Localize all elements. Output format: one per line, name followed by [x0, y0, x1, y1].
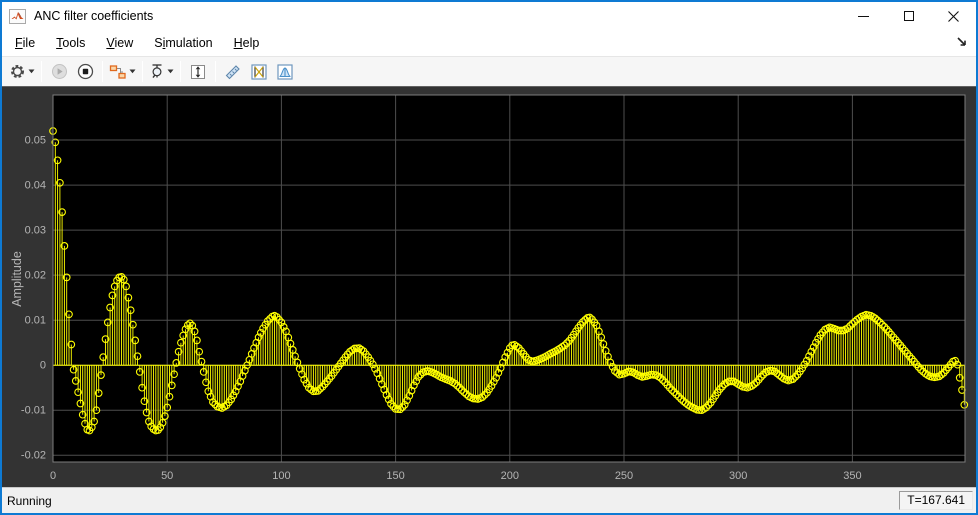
toolbar-separator [102, 61, 103, 82]
menu-item-view[interactable]: View [103, 34, 136, 52]
scale-axes-limits-button[interactable] [186, 60, 210, 84]
svg-text:0.01: 0.01 [25, 315, 46, 327]
svg-text:0.05: 0.05 [25, 135, 46, 147]
play-icon [51, 63, 68, 80]
ruler-icon [224, 63, 242, 81]
svg-text:-0.01: -0.01 [21, 405, 46, 417]
svg-text:0: 0 [50, 470, 56, 482]
scale-axes-icon [189, 63, 207, 81]
plot-panel: 0 50 100 150 200 250 300 350 -0.02 -0.01 0 0.01 0.02… [2, 87, 976, 487]
menu-item-simulation[interactable]: Simulation [151, 34, 215, 52]
menu-item-help[interactable]: Help [231, 34, 263, 52]
settings-button[interactable] [8, 60, 36, 84]
simulation-time: T=167.641 [899, 491, 973, 510]
maximize-icon [903, 11, 914, 21]
svg-text:350: 350 [843, 470, 861, 482]
zoom-span-icon [149, 63, 165, 80]
svg-text:200: 200 [501, 470, 519, 482]
svg-text:Amplitude: Amplitude [10, 251, 24, 307]
simulation-status: Running [7, 493, 52, 508]
toolbar [2, 56, 976, 87]
svg-text:0.04: 0.04 [25, 180, 46, 192]
cursor-measurements-button[interactable] [247, 60, 271, 84]
matlab-logo-icon [9, 8, 26, 24]
svg-text:300: 300 [729, 470, 747, 482]
window-title: ANC filter coefficients [34, 9, 154, 23]
menu-bar: File Tools View Simulation Help [2, 30, 976, 56]
toolbar-separator [180, 61, 181, 82]
zoom-tools-button[interactable] [148, 60, 175, 84]
scope-window: ANC filter coefficients File Tools View Sim… [0, 0, 978, 515]
gear-icon [9, 63, 26, 80]
toolbar-separator [41, 61, 42, 82]
svg-text:250: 250 [615, 470, 633, 482]
svg-text:0: 0 [40, 360, 46, 372]
dock-arrow-icon[interactable] [955, 35, 969, 49]
measurements-ruler-button[interactable] [221, 60, 245, 84]
toolbar-separator [215, 61, 216, 82]
highlight-simulink-block-button[interactable] [108, 60, 137, 84]
close-icon [948, 10, 959, 22]
svg-text:100: 100 [272, 470, 290, 482]
dropdown-caret-icon[interactable] [129, 69, 136, 74]
window-controls [841, 2, 976, 30]
signal-statistics-icon [276, 63, 294, 81]
stop-button[interactable] [73, 60, 97, 84]
svg-text:0.03: 0.03 [25, 225, 46, 237]
signal-statistics-button[interactable] [273, 60, 297, 84]
menu-item-file[interactable]: File [12, 34, 38, 52]
stop-icon [77, 63, 94, 80]
svg-text:50: 50 [161, 470, 173, 482]
dropdown-caret-icon[interactable] [167, 69, 174, 74]
stem-plot-canvas[interactable]: 0 50 100 150 200 250 300 350 -0.02 -0.01 0 0.01 0.02… [2, 87, 976, 487]
svg-text:0.02: 0.02 [25, 270, 46, 282]
run-button [47, 60, 71, 84]
menu-item-tools[interactable]: Tools [53, 34, 88, 52]
minimize-icon [858, 15, 869, 17]
close-button[interactable] [931, 2, 976, 30]
dropdown-caret-icon[interactable] [28, 69, 35, 74]
cursor-measurements-icon [250, 63, 268, 81]
svg-text:150: 150 [386, 470, 404, 482]
svg-text:-0.02: -0.02 [21, 450, 46, 462]
status-bar: Running T=167.641 [2, 487, 976, 513]
minimize-button[interactable] [841, 2, 886, 30]
maximize-button[interactable] [886, 2, 931, 30]
simulink-blocks-icon [109, 64, 127, 80]
title-bar: ANC filter coefficients [2, 2, 976, 30]
toolbar-separator [142, 61, 143, 82]
